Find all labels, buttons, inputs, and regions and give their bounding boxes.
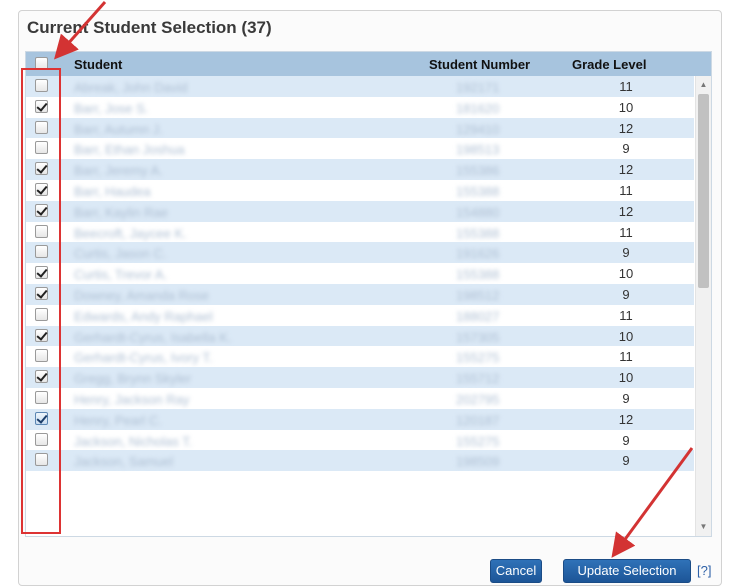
student-number: 155388 (456, 267, 500, 283)
student-name: Barr, Jeremy A. (74, 163, 163, 179)
student-number: 198513 (456, 142, 500, 158)
table-row[interactable]: Barr, Jose S. 181620 10 (26, 96, 694, 118)
student-name: Henry, Jackson Ray (74, 391, 190, 407)
student-number: 155388 (456, 225, 500, 241)
grade-level: 10 (618, 99, 634, 115)
student-name: Abreak, John David (74, 80, 188, 95)
student-name: Curtis, Jason C. (74, 246, 167, 262)
student-name: Barr, Ethan Joshua (74, 142, 185, 158)
student-name: Gerhardt-Cyrus, Ivory T. (74, 350, 213, 366)
grade-level: 9 (622, 286, 630, 302)
grade-level: 10 (618, 266, 634, 282)
student-number: 198512 (456, 287, 500, 303)
grade-level: 9 (622, 453, 630, 469)
table-row[interactable]: Jackson, Nicholas T. 155275 9 (26, 429, 694, 451)
scroll-down-icon[interactable]: ▼ (696, 520, 711, 534)
update-selection-button[interactable]: Update Selection (563, 559, 691, 583)
student-name: Downey, Amanda Rose (74, 287, 209, 303)
grade-level: 11 (619, 349, 633, 365)
student-name: Beecroft, Jaycee K. (74, 225, 187, 241)
student-number: 155275 (456, 350, 500, 366)
table-row[interactable]: Henry, Jackson Ray 202795 9 (26, 387, 694, 409)
cancel-button[interactable]: Cancel (490, 559, 542, 583)
table-row[interactable]: Jackson, Samuel 198509 9 (26, 450, 694, 472)
grade-level: 10 (618, 328, 634, 344)
grade-level: 12 (618, 120, 634, 136)
grid-rows: Abreak, John David 192171 11 Barr, Jose S. 1… (26, 76, 694, 472)
column-header-student[interactable]: Student (74, 57, 122, 72)
table-row[interactable]: Barr, Ethan Joshua 198513 9 (26, 138, 694, 160)
student-name: Jackson, Samuel (74, 454, 173, 470)
grade-level: 9 (622, 432, 630, 448)
student-name: Jackson, Nicholas T. (74, 433, 193, 449)
table-row[interactable]: Barr, Jeremy A. 155386 12 (26, 159, 694, 180)
student-number: 154880 (456, 204, 500, 220)
student-number: 155275 (456, 433, 500, 449)
vertical-scrollbar[interactable]: ▲ ▼ (695, 76, 711, 536)
student-number: 155388 (456, 183, 500, 199)
grade-level: 11 (619, 224, 633, 240)
table-row[interactable]: Abreak, John David 192171 11 (26, 76, 694, 97)
grade-level: 12 (618, 411, 634, 427)
student-name: Barr, Jose S. (74, 100, 149, 116)
student-name: Barr, Kaylin Rae (74, 204, 168, 220)
student-number: 120187 (456, 412, 500, 428)
grade-level: 11 (619, 182, 633, 198)
table-row[interactable]: Barr, Haudea 155388 11 (26, 179, 694, 201)
column-header-grade-level[interactable]: Grade Level (572, 57, 646, 72)
scroll-up-icon[interactable]: ▲ (696, 78, 711, 92)
column-header-student-number[interactable]: Student Number (429, 57, 530, 72)
table-row[interactable]: Beecroft, Jaycee K. 155388 11 (26, 221, 694, 243)
grade-level: 9 (622, 141, 630, 157)
student-name: Gerhardt-Cyrus, Isabella K. (74, 329, 232, 345)
panel-title: Current Student Selection (37) (27, 18, 272, 37)
table-row[interactable]: Curtis, Jason C. 191626 9 (26, 242, 694, 264)
student-name: Barr, Haudea (74, 183, 151, 199)
table-row[interactable]: Henry, Pearl C. 120187 12 (26, 408, 694, 430)
student-number: 191626 (456, 246, 500, 262)
grade-level: 12 (618, 203, 634, 219)
scroll-thumb[interactable] (698, 94, 709, 288)
student-number: 192171 (456, 80, 500, 95)
checkbox-column-highlight (21, 68, 61, 534)
student-name: Henry, Pearl C. (74, 412, 162, 428)
student-number: 202795 (456, 391, 500, 407)
student-number: 155386 (456, 163, 500, 179)
student-number: 188027 (456, 308, 500, 324)
student-grid: Student Student Number Grade Level Abrea… (25, 51, 712, 537)
student-name: Gregg, Brynn Skyler (74, 371, 192, 387)
grade-level: 9 (622, 245, 630, 261)
student-number: 181620 (456, 100, 500, 116)
grade-level: 11 (619, 307, 633, 323)
student-selection-panel: Current Student Selection (37) Student S… (18, 10, 722, 586)
grade-level: 11 (619, 79, 633, 94)
table-row[interactable]: Barr, Kaylin Rae 154880 12 (26, 200, 694, 222)
student-number: 157305 (456, 329, 500, 345)
student-name: Barr, Autumn J. (74, 121, 163, 137)
table-row[interactable]: Gregg, Brynn Skyler 155712 10 (26, 367, 694, 388)
table-row[interactable]: Gerhardt-Cyrus, Isabella K. 157305 10 (26, 325, 694, 347)
table-row[interactable]: Curtis, Trevor A. 155388 10 (26, 263, 694, 284)
table-row[interactable]: Edwards, Andy Raphael 188027 11 (26, 304, 694, 326)
table-row[interactable]: Gerhardt-Cyrus, Ivory T. 155275 11 (26, 346, 694, 368)
table-row[interactable]: Barr, Autumn J. 129410 12 (26, 117, 694, 139)
student-number: 155712 (456, 371, 500, 387)
student-name: Curtis, Trevor A. (74, 267, 168, 283)
student-name: Edwards, Andy Raphael (74, 308, 213, 324)
grid-header: Student Student Number Grade Level (26, 52, 711, 76)
student-number: 129410 (456, 121, 500, 137)
help-link[interactable]: [?] (697, 563, 711, 578)
grade-level: 9 (622, 390, 630, 406)
grade-level: 10 (618, 370, 634, 386)
student-number: 198509 (456, 454, 500, 470)
grade-level: 12 (618, 162, 634, 178)
table-row[interactable]: Downey, Amanda Rose 198512 9 (26, 283, 694, 305)
